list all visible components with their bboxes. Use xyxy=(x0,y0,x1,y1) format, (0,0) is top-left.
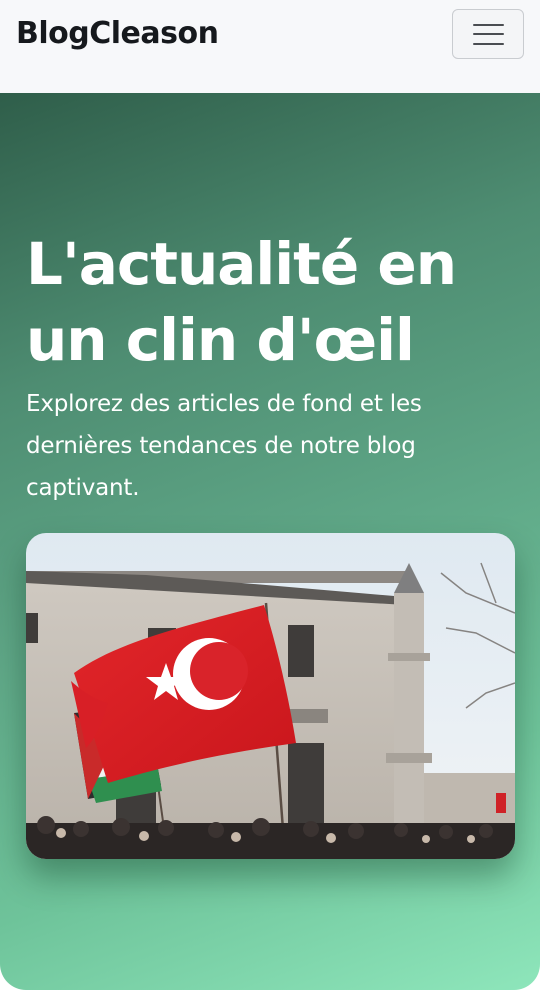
menu-toggle-button[interactable] xyxy=(452,9,524,59)
hero-section: L'actualité en un clin d'œil Explorez de… xyxy=(0,93,540,990)
hero-title: L'actualité en un clin d'œil xyxy=(26,230,457,374)
navbar: BlogCleason xyxy=(0,0,540,93)
hero-image xyxy=(26,533,515,859)
brand-logo[interactable]: BlogCleason xyxy=(16,14,219,54)
hero-subtitle: Explorez des articles de fond et les der… xyxy=(26,391,422,501)
